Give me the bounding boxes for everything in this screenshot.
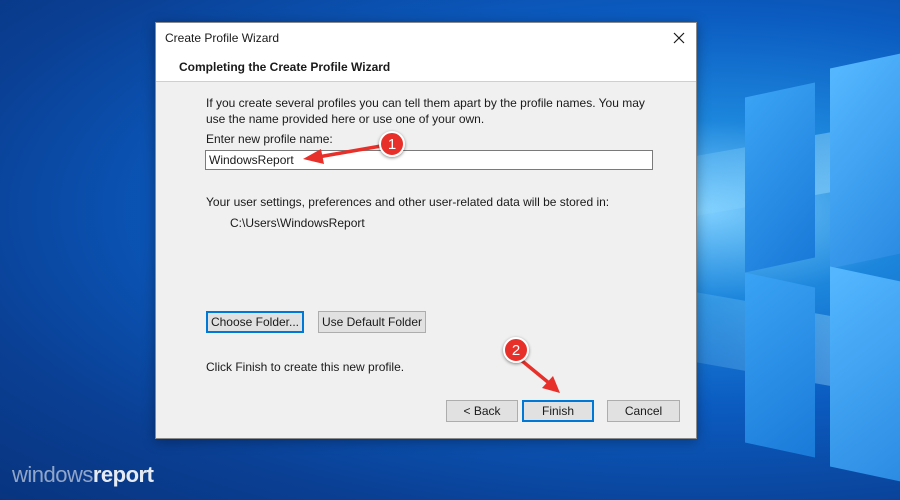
close-button[interactable] xyxy=(662,23,696,53)
finish-button[interactable]: Finish xyxy=(522,400,594,422)
windows-logo-pane xyxy=(830,51,900,269)
step-badge-2: 2 xyxy=(503,337,529,363)
watermark-part-2: report xyxy=(92,462,154,487)
windows-logo-pane xyxy=(745,272,815,458)
close-icon xyxy=(673,32,685,44)
finish-hint-text: Click Finish to create this new profile. xyxy=(206,360,405,374)
watermark-logo: windowsreport xyxy=(12,462,154,488)
profile-name-input[interactable] xyxy=(205,150,653,170)
back-button[interactable]: < Back xyxy=(446,400,518,422)
create-profile-wizard-dialog: Create Profile Wizard Completing the Cre… xyxy=(155,22,697,439)
windows-logo-pane xyxy=(830,266,900,484)
wizard-header-title: Completing the Create Profile Wizard xyxy=(179,60,391,74)
use-default-folder-button[interactable]: Use Default Folder xyxy=(318,311,426,333)
step-badge-1: 1 xyxy=(379,131,405,157)
watermark-part-1: windows xyxy=(12,462,93,487)
windows-logo-pane xyxy=(745,82,815,273)
choose-folder-button[interactable]: Choose Folder... xyxy=(206,311,304,333)
storage-path: C:\Users\WindowsReport xyxy=(230,216,365,230)
window-title: Create Profile Wizard xyxy=(165,31,280,45)
title-bar[interactable]: Create Profile Wizard xyxy=(156,23,696,53)
storage-location-label: Your user settings, preferences and othe… xyxy=(206,195,610,209)
intro-text: If you create several profiles you can t… xyxy=(206,96,645,126)
wizard-header: Completing the Create Profile Wizard xyxy=(156,53,696,82)
profile-name-label: Enter new profile name: xyxy=(206,132,333,146)
cancel-button[interactable]: Cancel xyxy=(607,400,680,422)
